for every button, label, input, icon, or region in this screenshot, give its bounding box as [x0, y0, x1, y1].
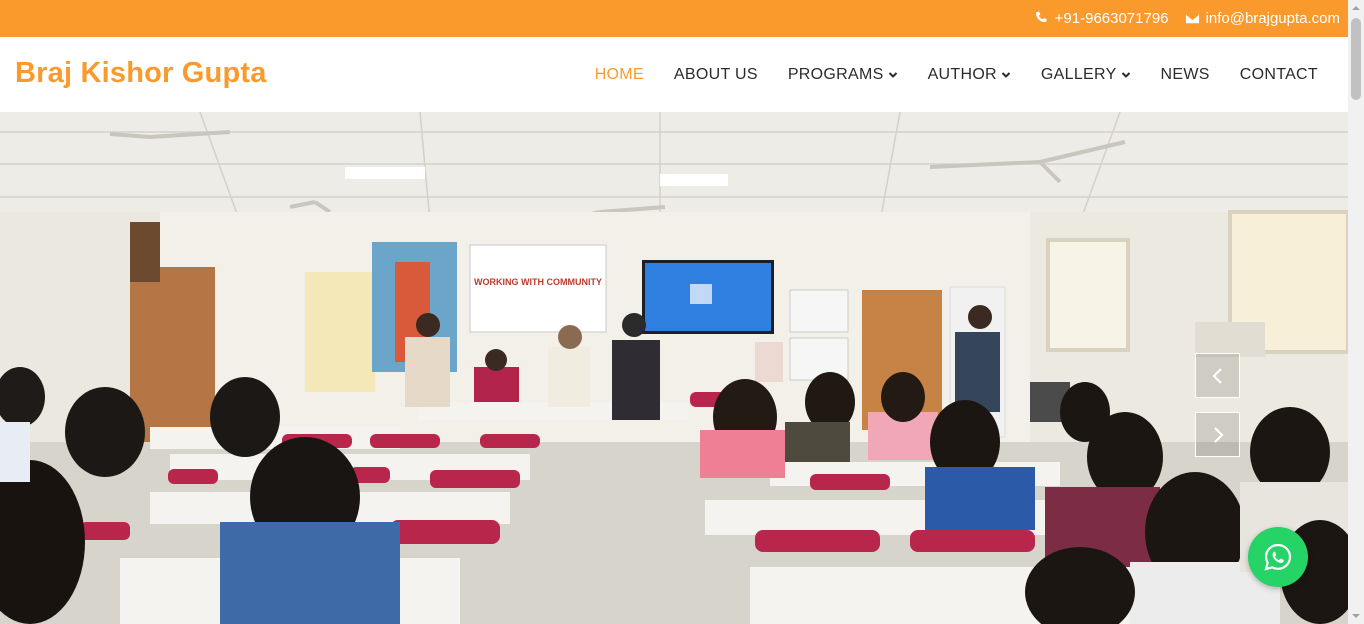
- whatsapp-icon: [1264, 543, 1292, 571]
- nav-gallery-label: GALLERY: [1040, 65, 1117, 83]
- nav-home-label: HOME: [594, 65, 644, 83]
- whatsapp-button[interactable]: [1248, 527, 1308, 587]
- scroll-up-icon[interactable]: [1352, 4, 1360, 12]
- site-header: Braj Kishor Gupta HOME ABOUT US PROGRAMS…: [0, 37, 1348, 112]
- main-nav: HOME ABOUT US PROGRAMS AUTHOR GALLERY NE…: [595, 37, 1318, 112]
- chevron-right-icon: [1213, 426, 1224, 443]
- hero-slider: WORKING WITH COMMUNITY: [0, 112, 1348, 624]
- hero-slide-image: WORKING WITH COMMUNITY: [0, 112, 1348, 624]
- nav-programs[interactable]: PROGRAMS: [788, 66, 898, 84]
- page-scrollbar[interactable]: [1348, 0, 1364, 624]
- chevron-down-icon: [888, 71, 897, 78]
- scrollbar-thumb[interactable]: [1351, 18, 1361, 100]
- nav-news[interactable]: NEWS: [1161, 66, 1210, 84]
- nav-about-us-label: ABOUT US: [673, 65, 758, 83]
- email-contact[interactable]: info@brajgupta.com: [1185, 10, 1340, 27]
- nav-programs-label: PROGRAMS: [787, 65, 884, 83]
- email-address[interactable]: info@brajgupta.com: [1206, 10, 1340, 27]
- nav-contact-label: CONTACT: [1239, 65, 1318, 83]
- envelope-icon: [1185, 13, 1199, 24]
- phone-contact[interactable]: +91-9663071796: [1034, 10, 1169, 27]
- chevron-left-icon: [1211, 367, 1222, 384]
- nav-contact[interactable]: CONTACT: [1240, 66, 1318, 84]
- chevron-down-icon: [1001, 71, 1011, 78]
- nav-home[interactable]: HOME: [595, 66, 644, 84]
- nav-author-label: AUTHOR: [927, 65, 997, 83]
- nav-gallery[interactable]: GALLERY: [1041, 66, 1131, 84]
- nav-author[interactable]: AUTHOR: [928, 66, 1011, 84]
- banner-text: WORKING WITH COMMUNITY: [474, 277, 602, 287]
- slider-next-button[interactable]: [1195, 412, 1240, 457]
- nav-about-us[interactable]: ABOUT US: [674, 66, 758, 84]
- scroll-down-icon[interactable]: [1352, 612, 1360, 620]
- phone-icon: [1035, 11, 1047, 23]
- nav-news-label: NEWS: [1160, 65, 1210, 83]
- slider-prev-button[interactable]: [1195, 353, 1240, 398]
- phone-number[interactable]: +91-9663071796: [1055, 10, 1169, 27]
- top-contact-bar: +91-9663071796 info@brajgupta.com: [0, 0, 1348, 37]
- site-brand[interactable]: Braj Kishor Gupta: [15, 57, 267, 90]
- chevron-down-icon: [1121, 71, 1130, 78]
